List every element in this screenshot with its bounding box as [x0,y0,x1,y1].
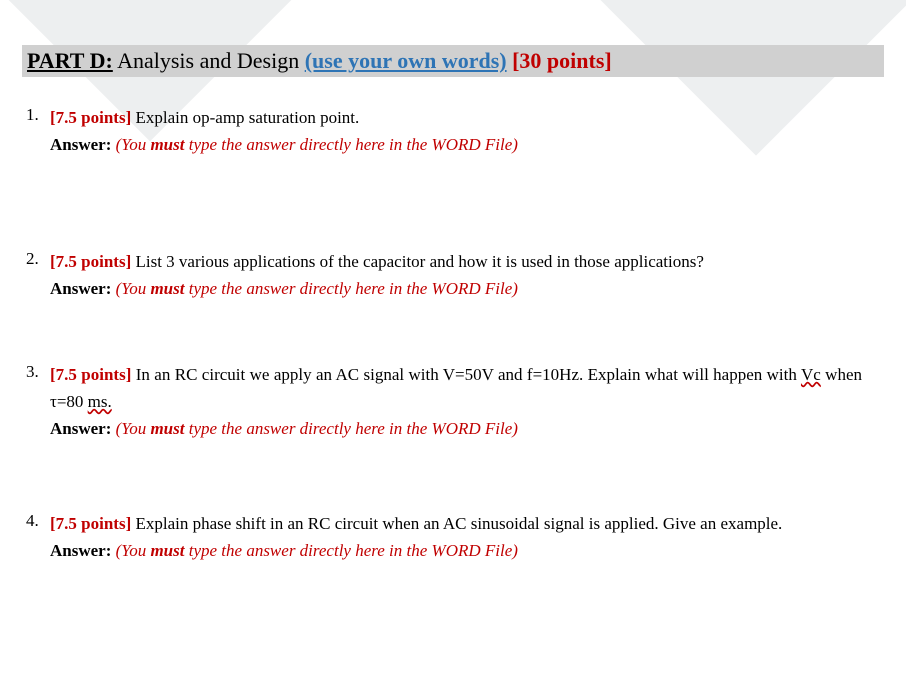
answer-hint: (You must type the answer directly here … [116,279,518,298]
question-text: [7.5 points] In an RC circuit we apply a… [50,362,862,416]
section-title: Analysis and Design [117,48,305,73]
questions-list: 1. [7.5 points] Explain op-amp saturatio… [22,105,884,565]
total-points: [30 points] [512,48,612,73]
document-content: PART D: Analysis and Design (use your ow… [0,0,906,565]
question-body: Explain op-amp saturation point. [131,108,359,127]
ms-term: ms. [88,392,112,411]
answer-label: Answer: [50,135,116,154]
answer-label: Answer: [50,419,116,438]
question-points: [7.5 points] [50,108,131,127]
answer-hint: (You must type the answer directly here … [116,541,518,560]
question-1: 1. [7.5 points] Explain op-amp saturatio… [50,105,862,159]
question-number: 4. [26,511,39,531]
question-body-part1: In an RC circuit we apply an AC signal w… [131,365,801,384]
question-points: [7.5 points] [50,514,131,533]
question-text: [7.5 points] Explain phase shift in an R… [50,511,862,538]
question-text: [7.5 points] List 3 various applications… [50,249,862,276]
part-label: PART D: [27,48,113,73]
question-body: List 3 various applications of the capac… [131,252,704,271]
question-number: 2. [26,249,39,269]
answer-label: Answer: [50,541,116,560]
question-points: [7.5 points] [50,252,131,271]
question-4: 4. [7.5 points] Explain phase shift in a… [50,511,862,565]
answer-line: Answer: (You must type the answer direct… [50,416,862,443]
answer-line: Answer: (You must type the answer direct… [50,276,862,303]
answer-hint: (You must type the answer directly here … [116,135,518,154]
answer-label: Answer: [50,279,116,298]
question-body: Explain phase shift in an RC circuit whe… [131,514,782,533]
answer-line: Answer: (You must type the answer direct… [50,538,862,565]
question-2: 2. [7.5 points] List 3 various applicati… [50,249,862,303]
vc-term: Vc [801,365,821,384]
question-points: [7.5 points] [50,365,131,384]
question-number: 3. [26,362,39,382]
hint-text: (use your own words) [305,48,507,73]
question-3: 3. [7.5 points] In an RC circuit we appl… [50,362,862,443]
section-header: PART D: Analysis and Design (use your ow… [22,45,884,77]
answer-line: Answer: (You must type the answer direct… [50,132,862,159]
answer-hint: (You must type the answer directly here … [116,419,518,438]
question-text: [7.5 points] Explain op-amp saturation p… [50,105,862,132]
question-number: 1. [26,105,39,125]
